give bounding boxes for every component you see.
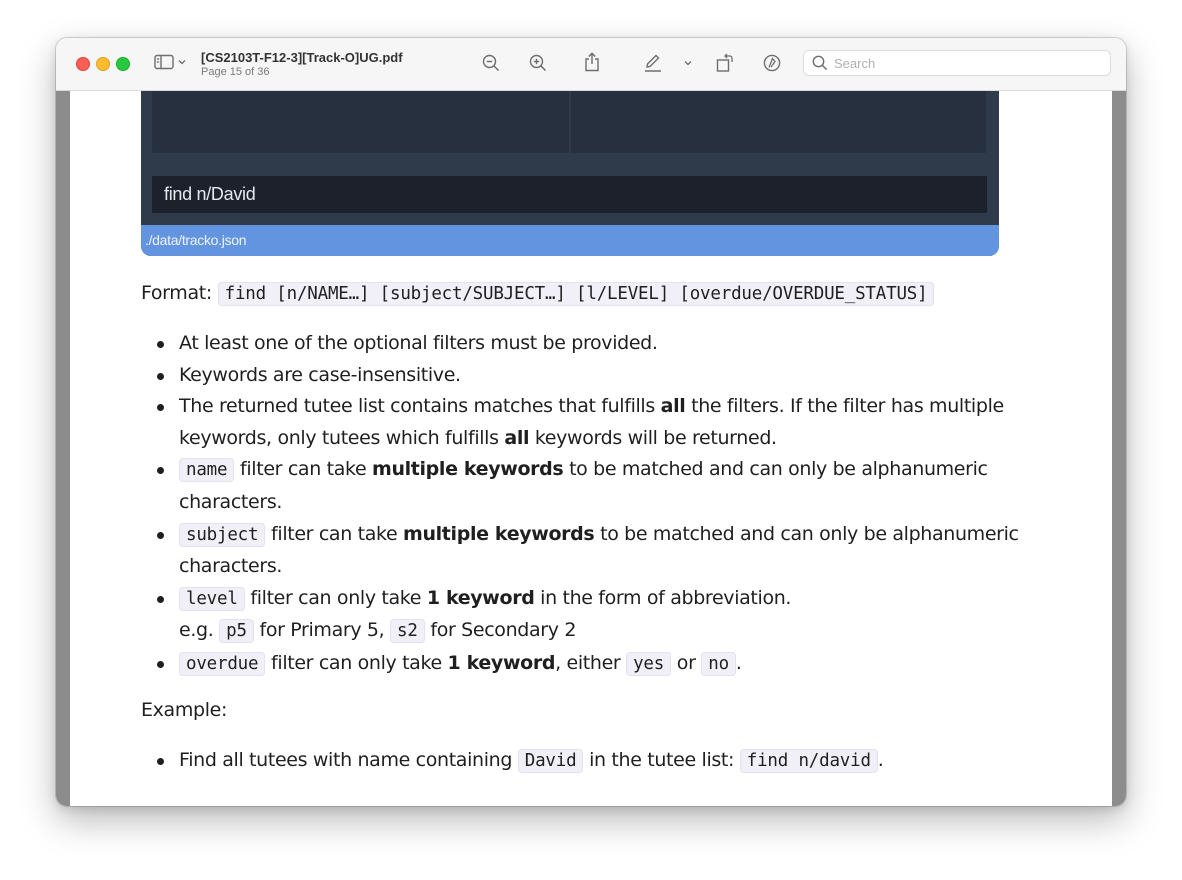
share-button[interactable] <box>584 52 600 72</box>
markup-pen-icon <box>643 53 663 73</box>
chevron-down-icon <box>684 60 692 66</box>
sidebar-toggle-button[interactable] <box>154 54 186 70</box>
format-line: Format: find [n/NAME…] [subject/SUBJECT…… <box>141 278 935 309</box>
annotate-button[interactable] <box>763 54 781 72</box>
list-item: Find all tutees with name containing Dav… <box>157 745 1079 778</box>
rotate-icon <box>716 53 734 73</box>
minimize-window-button[interactable] <box>96 57 110 71</box>
rule-text: filter can take <box>234 458 372 481</box>
rule-text: At least one of the optional filters mus… <box>179 332 658 354</box>
rule-text: keywords will be returned. <box>529 426 777 449</box>
inline-code: name <box>179 458 235 483</box>
rule-text: The returned tutee list contains matches… <box>179 395 661 418</box>
markup-circle-icon <box>763 54 781 72</box>
rules-list: At least one of the optional filters mus… <box>141 328 1079 681</box>
bold-text: 1 keyword <box>447 651 556 674</box>
list-item: Keywords are case-insensitive. <box>157 360 1079 392</box>
list-item: The returned tutee list contains matches… <box>157 391 1079 454</box>
zoom-out-button[interactable] <box>482 54 500 72</box>
bold-text: 1 keyword <box>426 586 535 609</box>
document-view[interactable]: find n/David ./data/tracko.json Format: … <box>56 91 1126 806</box>
rule-text: filter can only take <box>244 586 427 609</box>
zoom-window-button[interactable] <box>116 57 130 71</box>
markup-menu-button[interactable] <box>684 60 692 66</box>
inline-code: yes <box>626 651 672 676</box>
bold-text: multiple keywords <box>372 458 564 481</box>
examples-list: Find all tutees with name containing Dav… <box>141 745 1079 778</box>
inline-code: p5 <box>219 619 254 644</box>
rule-text: filter can take <box>265 522 404 545</box>
screenshot-right-panel <box>571 91 986 153</box>
bold-text: multiple keywords <box>403 522 595 545</box>
example-label: Example: <box>141 699 228 721</box>
example-text: . <box>877 749 884 771</box>
sidebar-icon <box>154 54 174 70</box>
title-bar: [CS2103T-F12-3][Track-O]UG.pdf Page 15 o… <box>56 38 1126 91</box>
close-window-button[interactable] <box>76 57 90 71</box>
list-item: overdue filter can only take 1 keyword, … <box>157 648 1079 681</box>
inline-code: overdue <box>179 651 266 676</box>
inline-code: David <box>517 749 584 773</box>
inline-code: subject <box>179 522 266 547</box>
inline-code: find n/david <box>739 749 878 773</box>
rule-text: , either <box>555 651 627 674</box>
rule-text: . <box>735 651 742 674</box>
rule-text: or <box>671 651 702 674</box>
inline-code: s2 <box>390 619 425 644</box>
markup-button[interactable] <box>643 53 663 73</box>
document-title: [CS2103T-F12-3][Track-O]UG.pdf <box>201 50 403 65</box>
inline-code: no <box>701 651 736 676</box>
rule-text: in the form of abbreviation. <box>534 586 792 609</box>
page-indicator: Page 15 of 36 <box>201 66 270 78</box>
screenshot-status-bar: ./data/tracko.json <box>141 225 999 256</box>
format-label: Format: <box>141 282 212 304</box>
share-icon <box>584 52 600 72</box>
screenshot-left-panel <box>152 91 569 153</box>
example-text: in the tutee list: <box>583 749 740 771</box>
chevron-down-icon <box>178 59 186 65</box>
preview-window: [CS2103T-F12-3][Track-O]UG.pdf Page 15 o… <box>56 38 1126 806</box>
format-code: find [n/NAME…] [subject/SUBJECT…] [l/LEV… <box>217 282 935 306</box>
rule-text: for Secondary 2 <box>424 619 577 642</box>
search-field[interactable] <box>803 50 1111 76</box>
list-item: subject filter can take multiple keyword… <box>157 519 1079 583</box>
rule-text: for Primary 5, <box>253 619 391 642</box>
inline-code: level <box>179 586 245 611</box>
rule-text: Keywords are case-insensitive. <box>179 363 461 386</box>
search-input[interactable] <box>834 54 1094 72</box>
zoom-in-button[interactable] <box>529 54 547 72</box>
screenshot-command-box: find n/David <box>152 176 987 213</box>
list-item: name filter can take multiple keywords t… <box>157 454 1079 518</box>
rule-text: filter can only take <box>265 651 448 674</box>
rule-text: e.g. <box>179 619 220 642</box>
zoom-out-icon <box>482 54 500 72</box>
list-item: At least one of the optional filters mus… <box>157 328 1079 360</box>
example-text: Find all tutees with name containing <box>179 749 518 771</box>
app-screenshot-figure: find n/David ./data/tracko.json <box>141 91 999 256</box>
rotate-button[interactable] <box>716 53 734 73</box>
bold-text: all <box>660 395 686 418</box>
pdf-page: find n/David ./data/tracko.json Format: … <box>70 91 1112 806</box>
bold-text: all <box>504 426 530 449</box>
search-icon <box>812 55 828 75</box>
zoom-in-icon <box>529 54 547 72</box>
list-item: level filter can only take 1 keyword in … <box>157 583 1079 648</box>
